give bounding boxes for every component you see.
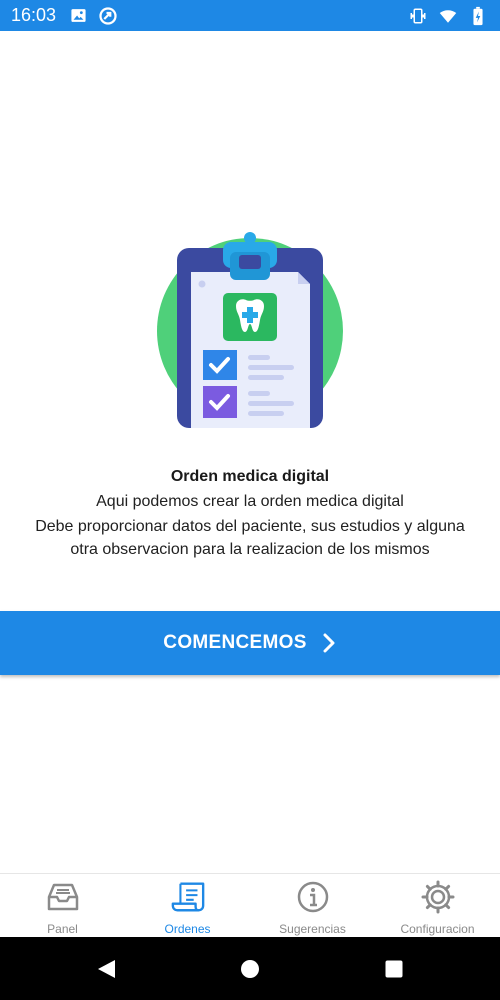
nav-label-configuracion: Configuracion (400, 922, 475, 936)
onboarding-description: Debe proporcionar datos del paciente, su… (35, 518, 465, 558)
image-icon (68, 6, 88, 26)
comencemos-label: COMENCEMOS (163, 632, 307, 653)
bottom-nav: Panel Ordenes Sugerencias Configuracion (0, 873, 500, 938)
nav-label-sugerencias: Sugerencias (279, 922, 346, 936)
onboarding-title: Orden medica digital (170, 468, 330, 485)
onboarding-subtitle: Aqui podemos crear la orden medica digit… (96, 493, 404, 510)
receipt-icon (170, 879, 206, 915)
at-sign-icon (98, 6, 118, 26)
nav-item-sugerencias[interactable]: Sugerencias (250, 874, 375, 938)
inbox-tray-icon (45, 879, 81, 915)
nav-item-ordenes[interactable]: Ordenes (125, 874, 250, 938)
nav-label-panel: Panel (47, 922, 78, 936)
info-icon (295, 879, 331, 915)
status-bar: 16:03 (0, 0, 500, 31)
system-nav-bar (0, 937, 500, 1000)
back-icon[interactable] (86, 937, 126, 1000)
status-right-icons (408, 0, 488, 31)
comencemos-button[interactable]: COMENCEMOS (0, 611, 500, 675)
wifi-icon (438, 6, 458, 26)
battery-charging-icon (468, 6, 488, 26)
app-screen: 16:03 Orden medica digital Aqui podemos … (0, 0, 500, 1000)
nav-item-panel[interactable]: Panel (0, 874, 125, 938)
status-left-icons (68, 6, 118, 26)
status-time: 16:03 (11, 5, 57, 25)
chevron-right-icon (321, 632, 337, 654)
nav-item-configuracion[interactable]: Configuracion (375, 874, 500, 938)
nav-label-ordenes: Ordenes (164, 922, 211, 936)
onboarding-info: Orden medica digital Aqui podemos crear … (20, 466, 480, 561)
home-icon[interactable] (230, 937, 270, 1000)
recents-icon[interactable] (374, 937, 414, 1000)
clipboard-tooth-icon (150, 228, 350, 428)
gear-icon (420, 879, 456, 915)
vibrate-icon (408, 6, 428, 26)
